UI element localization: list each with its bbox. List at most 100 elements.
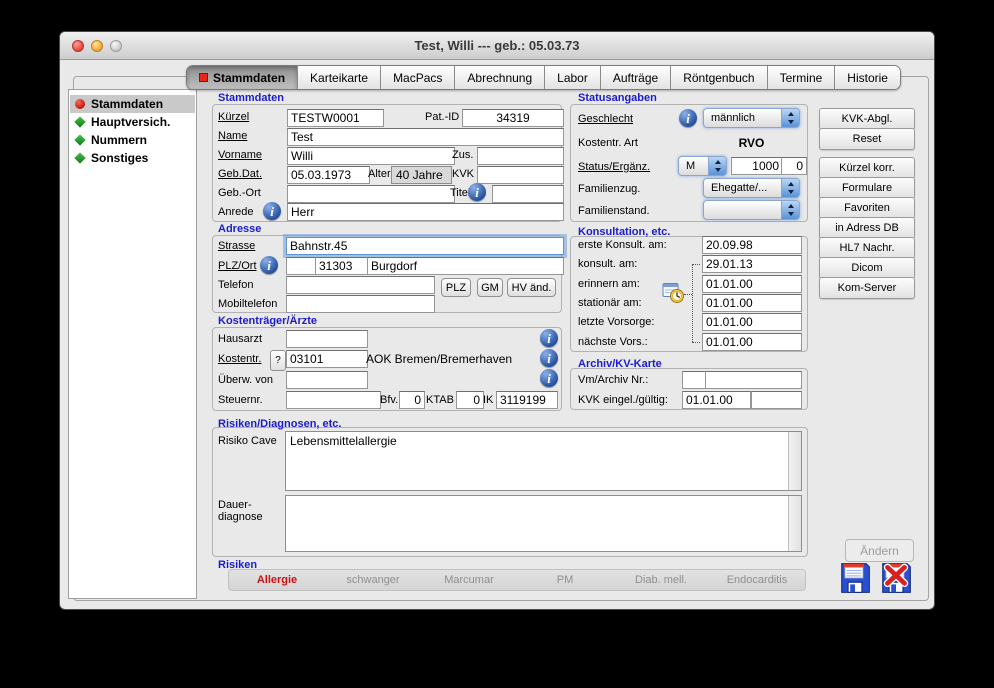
anrede-field[interactable] — [287, 203, 564, 221]
telefon-field[interactable] — [286, 276, 435, 294]
hausarzt-field[interactable] — [286, 330, 368, 348]
plz-field[interactable] — [315, 257, 371, 275]
kvk-field[interactable] — [477, 166, 564, 184]
strasse-field[interactable] — [286, 237, 564, 255]
aendern-button[interactable]: Ändern — [845, 539, 914, 562]
geschlecht-popup[interactable]: männlich — [703, 108, 800, 128]
steuernr-field[interactable] — [286, 391, 381, 409]
kuerzel-field[interactable] — [287, 109, 384, 127]
kostentr-art-label: Kostentr. Art — [578, 137, 638, 149]
ueberw-label: Überw. von — [218, 374, 273, 386]
kvk-abgleich-button[interactable]: KVK-Abgl. — [819, 108, 915, 130]
hl7-nachr-button[interactable]: HL7 Nachr. — [819, 237, 915, 259]
bfv-label: Bfv. — [380, 394, 398, 406]
kuerzel-korr-button[interactable]: Kürzel korr. — [819, 157, 915, 179]
patid-field[interactable] — [462, 109, 564, 127]
tab-termine[interactable]: Termine — [768, 66, 836, 89]
in-adress-db-button[interactable]: in Adress DB — [819, 217, 915, 239]
archiv-nr-field[interactable] — [705, 371, 802, 389]
tab-labor[interactable]: Labor — [545, 66, 601, 89]
sidebar-item-nummern[interactable]: Nummern — [70, 131, 195, 149]
name-field[interactable] — [287, 128, 564, 146]
strasse-label: Strasse — [218, 240, 255, 252]
tab-label: Stammdaten — [213, 71, 285, 85]
gebort-field[interactable] — [287, 185, 455, 203]
vorname-field[interactable] — [287, 147, 455, 165]
tab-karteikarte[interactable]: Karteikarte — [298, 66, 381, 89]
titlebar[interactable]: Test, Willi --- geb.: 05.03.73 — [60, 32, 934, 60]
risiko-cave-textarea[interactable]: Lebensmittelallergie — [285, 431, 802, 491]
ort-field[interactable] — [367, 257, 564, 275]
sidebar-item-sonstiges[interactable]: Sonstiges — [70, 149, 195, 167]
reset-button[interactable]: Reset — [819, 128, 915, 150]
tab-stammdaten[interactable]: Stammdaten — [187, 66, 298, 89]
hausarzt-label: Hausarzt — [218, 333, 262, 345]
status-value-field[interactable] — [731, 157, 783, 175]
info-icon[interactable] — [260, 256, 278, 274]
window-title: Test, Willi --- geb.: 05.03.73 — [60, 38, 934, 53]
konsult-am-field[interactable] — [702, 255, 802, 273]
calendar-clock-icon[interactable] — [662, 282, 686, 304]
risk-item-marcumar[interactable]: Marcumar — [421, 574, 517, 586]
kom-server-button[interactable]: Kom-Server — [819, 277, 915, 299]
ik-field[interactable] — [496, 391, 558, 409]
familienstand-popup[interactable] — [703, 200, 800, 220]
date-link-bracket — [692, 264, 693, 342]
info-icon[interactable] — [540, 369, 558, 387]
risk-item-pm[interactable]: PM — [517, 574, 613, 586]
kostentr-art-value: RVO — [703, 136, 800, 150]
zus-field[interactable] — [477, 147, 564, 165]
info-icon[interactable] — [540, 329, 558, 347]
gebdat-field[interactable] — [287, 166, 370, 184]
letzte-vorsorge-field[interactable] — [702, 313, 802, 331]
scrollbar-track[interactable] — [788, 432, 801, 490]
risk-item-diab-mell[interactable]: Diab. mell. — [613, 574, 709, 586]
risk-item-allergie[interactable]: Allergie — [229, 574, 325, 586]
scrollbar-track[interactable] — [788, 496, 801, 551]
stationaer-am-field[interactable] — [702, 294, 802, 312]
sidebar-item-hauptversich[interactable]: Hauptversich. — [70, 113, 195, 131]
kostentr-label: Kostentr. — [218, 353, 261, 365]
save-disk-icon[interactable] — [838, 561, 872, 595]
dicom-button[interactable]: Dicom — [819, 257, 915, 279]
bfv-field[interactable] — [399, 391, 425, 409]
favoriten-button[interactable]: Favoriten — [819, 197, 915, 219]
info-icon[interactable] — [540, 349, 558, 367]
kostentr-field[interactable] — [286, 350, 368, 368]
kostentr-help-button[interactable]: ? — [270, 350, 286, 371]
green-diamond-icon — [74, 116, 85, 127]
konsult-am-label: konsult. am: — [578, 258, 637, 270]
tab-auftraege[interactable]: Aufträge — [601, 66, 671, 89]
erste-konsult-field[interactable] — [702, 236, 802, 254]
status-popup[interactable]: M — [678, 156, 727, 176]
titel-field[interactable] — [492, 185, 564, 203]
status-ergaenzung-field[interactable] — [781, 157, 807, 175]
hv-aendern-button[interactable]: HV änd. — [507, 278, 556, 297]
naechste-vors-field[interactable] — [702, 333, 802, 351]
info-icon[interactable] — [468, 183, 486, 201]
gm-button[interactable]: GM — [477, 278, 503, 297]
plz-button[interactable]: PLZ — [441, 278, 471, 297]
tab-label: Abrechnung — [467, 71, 532, 85]
tab-roentgenbuch[interactable]: Röntgenbuch — [671, 66, 767, 89]
mobiltelefon-field[interactable] — [286, 295, 435, 313]
kvk-gueltig-field[interactable] — [751, 391, 802, 409]
dauerdiagnose-textarea[interactable] — [285, 495, 802, 552]
tab-macpacs[interactable]: MacPacs — [381, 66, 455, 89]
tab-historie[interactable]: Historie — [835, 66, 900, 89]
erinnern-am-field[interactable] — [702, 275, 802, 293]
risk-item-endocarditis[interactable]: Endocarditis — [709, 574, 805, 586]
info-icon[interactable] — [679, 109, 697, 127]
risk-item-schwanger[interactable]: schwanger — [325, 574, 421, 586]
dauerdiagnose-label: Dauer- — [218, 499, 252, 511]
ktab-field[interactable] — [456, 391, 484, 409]
tab-abrechnung[interactable]: Abrechnung — [455, 66, 545, 89]
sidebar-item-label: Hauptversich. — [91, 115, 170, 129]
sidebar-item-stammdaten[interactable]: Stammdaten — [70, 95, 195, 113]
ueberw-field[interactable] — [286, 371, 368, 389]
formulare-button[interactable]: Formulare — [819, 177, 915, 199]
cancel-disk-icon[interactable] — [879, 561, 913, 595]
familienzug-popup[interactable]: Ehegatte/... — [703, 178, 800, 198]
info-icon[interactable] — [263, 202, 281, 220]
kvk-eingelesen-field[interactable] — [682, 391, 751, 409]
